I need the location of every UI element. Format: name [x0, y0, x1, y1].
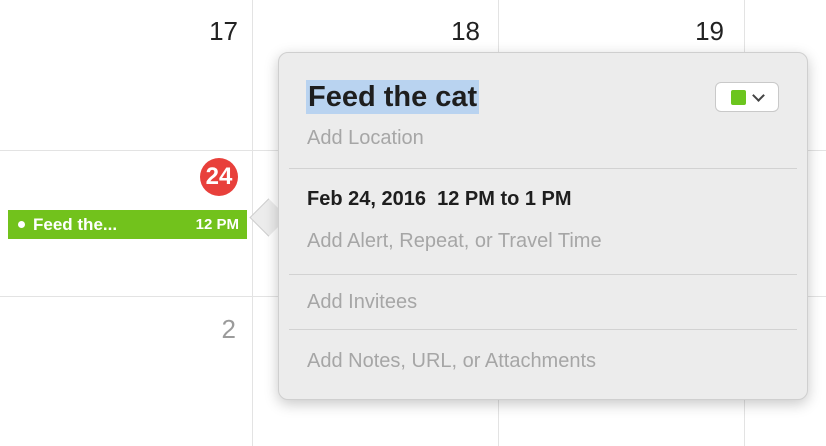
chevron-down-icon — [752, 88, 765, 102]
divider — [289, 274, 797, 275]
divider — [289, 168, 797, 169]
calendar-week-view: 17 18 19 24 2 Feed the... 12 PM Feed the… — [0, 0, 826, 446]
day-number[interactable]: 2 — [190, 314, 236, 345]
notes-url-attachments-field[interactable]: Add Notes, URL, or Attachments — [307, 350, 596, 373]
today-day-badge[interactable]: 24 — [200, 158, 238, 196]
alert-repeat-travel-field[interactable]: Add Alert, Repeat, or Travel Time — [307, 230, 602, 253]
calendar-event[interactable]: Feed the... 12 PM — [8, 210, 247, 239]
calendar-color-swatch — [731, 89, 746, 105]
event-date-time[interactable]: Feb 24, 2016 12 PM to 1 PM — [307, 188, 572, 211]
event-dot-icon — [18, 221, 25, 228]
day-number[interactable]: 19 — [676, 16, 724, 47]
invitees-field[interactable]: Add Invitees — [307, 291, 417, 314]
divider — [289, 329, 797, 330]
event-time: 12 PM — [195, 216, 239, 233]
location-field[interactable]: Add Location — [307, 127, 424, 150]
day-number[interactable]: 18 — [432, 16, 480, 47]
calendar-color-picker[interactable] — [715, 82, 779, 112]
event-detail-popover: Feed the cat Add Location Feb 24, 2016 1… — [278, 52, 808, 400]
event-title-field[interactable]: Feed the cat — [306, 80, 480, 114]
day-number[interactable]: 17 — [190, 16, 238, 47]
event-title: Feed the... — [33, 214, 118, 234]
day-column-divider — [252, 0, 253, 446]
